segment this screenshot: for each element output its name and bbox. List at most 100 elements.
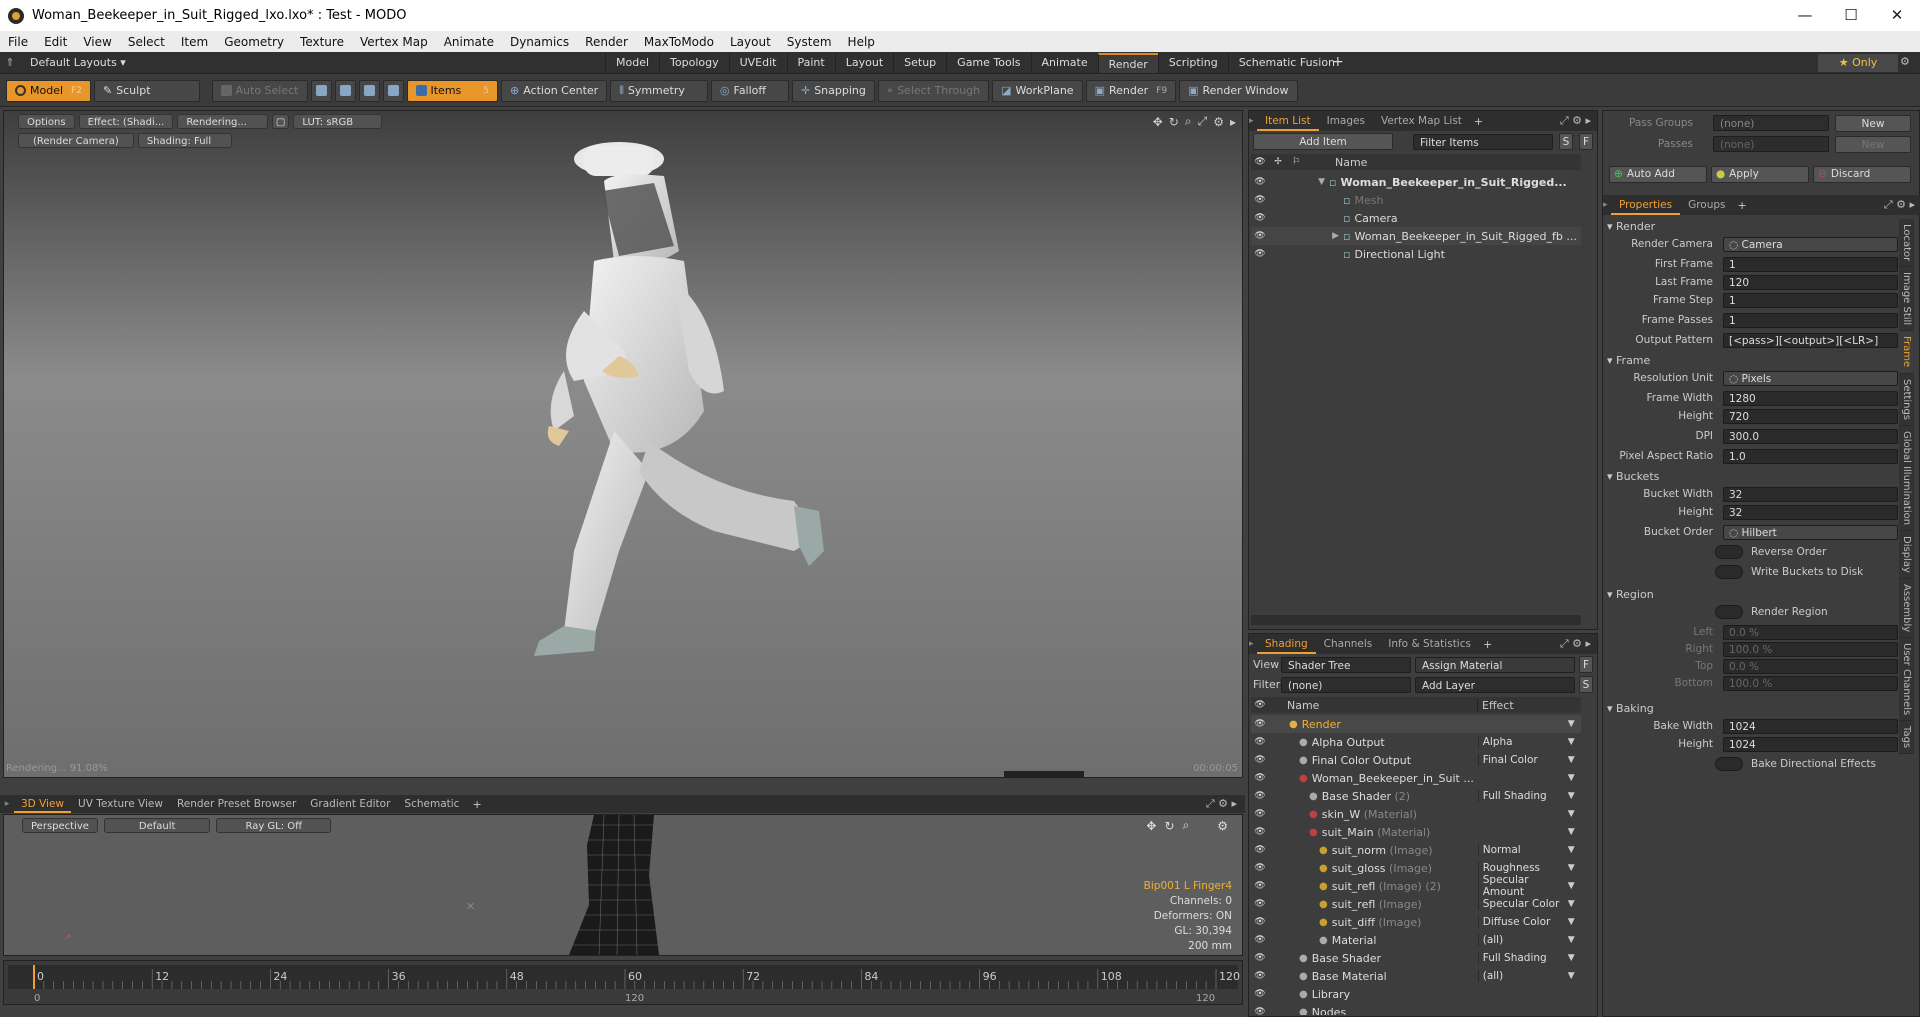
region-left-field[interactable]: 0.0 % <box>1723 625 1898 640</box>
layout-tab-scripting[interactable]: Scripting <box>1157 53 1228 73</box>
menu-render[interactable]: Render <box>577 35 636 49</box>
side-tab-image-still[interactable]: Image Still <box>1899 267 1914 332</box>
sculpt-mode-button[interactable]: ✎ Sculpt <box>93 79 200 102</box>
visibility-eye-icon[interactable]: 👁 <box>1251 195 1269 205</box>
view-tab-3d-view[interactable]: 3D View <box>14 795 72 813</box>
render-camera-field[interactable]: ◌ Camera <box>1723 237 1898 252</box>
effect-dropdown-arrow-icon[interactable]: ▼ <box>1568 935 1575 945</box>
frame-height-field[interactable]: 720 <box>1723 409 1898 424</box>
shader-tree-row[interactable]: 👁 ● suit_norm (Image) Normal ▼ <box>1251 841 1581 859</box>
render-button[interactable]: ▣ Render F9 <box>1085 79 1177 102</box>
shading-gear-icon[interactable]: ⤢ ⚙ ▸ <box>1560 637 1591 651</box>
zoom-icon[interactable]: ⌕ <box>1185 114 1192 129</box>
visibility-eye-icon[interactable]: 👁 <box>1251 881 1269 891</box>
shading-dropdown[interactable]: Shading: Full <box>137 133 233 148</box>
layer-effect[interactable]: Final Color <box>1477 754 1568 766</box>
baking-section-header[interactable]: ▾ Baking <box>1607 701 1654 717</box>
layout-tab-animate[interactable]: Animate <box>1030 53 1098 73</box>
side-tab-user-channels[interactable]: User Channels <box>1899 637 1914 721</box>
grip-icon[interactable]: ▸ <box>1603 200 1611 210</box>
shader-tree-row[interactable]: 👁 ● suit_diff (Image) Diffuse Color ▼ <box>1251 913 1581 931</box>
effect-dropdown-arrow-icon[interactable]: ▼ <box>1568 917 1575 927</box>
camera-dropdown[interactable]: (Render Camera) <box>18 133 134 148</box>
visibility-eye-icon[interactable]: 👁 <box>1251 1007 1269 1015</box>
last-frame-field[interactable]: 120 <box>1723 275 1898 290</box>
shader-tree-row[interactable]: 👁 ● suit_refl (Image) (2) Specular Amount ▼ <box>1251 874 1581 898</box>
bake-height-field[interactable]: 1024 <box>1723 737 1898 752</box>
effect-dropdown-arrow-icon[interactable]: ▼ <box>1568 791 1575 801</box>
item-list-tab-images[interactable]: Images <box>1319 111 1373 131</box>
add-layout-tab-button[interactable]: + <box>1332 54 1344 70</box>
write-buckets-checkbox[interactable] <box>1715 565 1743 579</box>
apply-button[interactable]: ● Apply <box>1711 166 1809 183</box>
auto-select-button[interactable]: Auto Select <box>211 79 308 102</box>
buckets-section-header[interactable]: ▾ Buckets <box>1607 469 1659 485</box>
shading-f-button[interactable]: F <box>1579 656 1593 673</box>
visibility-eye-icon[interactable]: 👁 <box>1251 249 1269 259</box>
perspective-dropdown[interactable]: Perspective <box>22 818 98 833</box>
shading-tab-info-statistics[interactable]: Info & Statistics <box>1380 634 1479 654</box>
default-style-dropdown[interactable]: Default <box>103 818 211 833</box>
resolution-unit-field[interactable]: ◌ Pixels <box>1723 371 1898 386</box>
assign-material-button[interactable]: Assign Material <box>1415 656 1575 673</box>
layout-gear-icon[interactable]: ⚙ <box>1900 55 1910 68</box>
shader-tree-row[interactable]: 👁 ● Nodes <box>1251 1003 1581 1016</box>
shader-tree-row[interactable]: 👁 ● Render ▼ <box>1251 715 1581 733</box>
dpi-field[interactable]: 300.0 <box>1723 429 1898 444</box>
menu-geometry[interactable]: Geometry <box>216 35 292 49</box>
add-shading-tab-button[interactable]: + <box>1479 638 1496 651</box>
item-list-s-button[interactable]: S <box>1559 133 1573 150</box>
menu-texture[interactable]: Texture <box>292 35 352 49</box>
effect-dropdown-arrow-icon[interactable]: ▼ <box>1568 863 1575 873</box>
shader-tree-row[interactable]: 👁 ● Base Material (all) ▼ <box>1251 967 1581 985</box>
bucket-height-field[interactable]: 32 <box>1723 505 1898 520</box>
shader-tree-row[interactable]: 👁 ● Alpha Output Alpha ▼ <box>1251 733 1581 751</box>
rotate-icon[interactable]: ↻ <box>1164 819 1174 833</box>
reverse-order-checkbox[interactable] <box>1715 545 1743 559</box>
view-tab-render-preset-browser[interactable]: Render Preset Browser <box>170 795 303 813</box>
side-tab-assembly[interactable]: Assembly <box>1899 578 1914 638</box>
item-list-f-button[interactable]: F <box>1579 133 1593 150</box>
snapping-button[interactable]: ✛ Snapping <box>791 79 875 102</box>
passes-dropdown[interactable]: (none) <box>1713 136 1829 152</box>
output-pattern-field[interactable]: [<pass>][<output>][<LR>] <box>1723 333 1898 348</box>
view-tabs-gear-icon[interactable]: ⤢ ⚙ ▸ <box>1206 797 1237 811</box>
view-tab-gradient-editor[interactable]: Gradient Editor <box>303 795 397 813</box>
render-section-header[interactable]: ▾ Render <box>1607 219 1655 235</box>
effect-dropdown[interactable]: Effect: (Shadi... <box>78 114 174 129</box>
menu-item[interactable]: Item <box>173 35 216 49</box>
visibility-eye-icon[interactable]: 👁 <box>1251 917 1269 927</box>
view-tab-uv-texture-view[interactable]: UV Texture View <box>71 795 170 813</box>
shading-s-button[interactable]: S <box>1579 676 1593 693</box>
visibility-eye-icon[interactable]: 👁 <box>1251 791 1269 801</box>
layout-tab-uvedit[interactable]: UVEdit <box>728 53 787 73</box>
pan-icon[interactable]: ✥ <box>1146 819 1156 833</box>
shader-tree-row[interactable]: 👁 ● Final Color Output Final Color ▼ <box>1251 751 1581 769</box>
model-mode-button[interactable]: Model F2 <box>6 79 91 102</box>
pixel-aspect-ratio-field[interactable]: 1.0 <box>1723 449 1898 464</box>
pan-icon[interactable]: ✥ <box>1153 115 1163 129</box>
shader-tree-row[interactable]: 👁 ● Library <box>1251 985 1581 1003</box>
region-section-header[interactable]: ▾ Region <box>1607 587 1654 603</box>
vertices-mode-button[interactable] <box>310 79 332 102</box>
item-list-gear-icon[interactable]: ⤢ ⚙ ▸ <box>1560 114 1591 128</box>
menu-layout[interactable]: Layout <box>722 35 779 49</box>
layer-effect[interactable]: Roughness <box>1477 862 1568 874</box>
shading-tab-shading[interactable]: Shading <box>1257 634 1316 654</box>
only-toggle[interactable]: ★ Only <box>1818 54 1898 72</box>
menu-maxtomodo[interactable]: MaxToModo <box>636 35 722 49</box>
shading-tab-channels[interactable]: Channels <box>1316 634 1381 654</box>
frame-passes-field[interactable]: 1 <box>1723 313 1898 328</box>
add-layer-dropdown[interactable]: Add Layer <box>1415 676 1575 693</box>
layout-tab-render[interactable]: Render <box>1097 53 1158 73</box>
side-tab-global-illumination[interactable]: Global Illumination <box>1899 425 1914 531</box>
edges-mode-button[interactable] <box>334 79 356 102</box>
new-pass-button[interactable]: New <box>1835 136 1911 153</box>
menu-select[interactable]: Select <box>120 35 173 49</box>
action-center-button[interactable]: ⊕ Action Center <box>501 79 608 102</box>
visibility-eye-icon[interactable]: 👁 <box>1251 755 1269 765</box>
menu-animate[interactable]: Animate <box>436 35 502 49</box>
menu-system[interactable]: System <box>779 35 840 49</box>
shader-tree-row[interactable]: 👁 ● Woman_Beekeeper_in_Suit ... ▼ <box>1251 769 1581 787</box>
layout-tab-layout[interactable]: Layout <box>834 53 893 73</box>
